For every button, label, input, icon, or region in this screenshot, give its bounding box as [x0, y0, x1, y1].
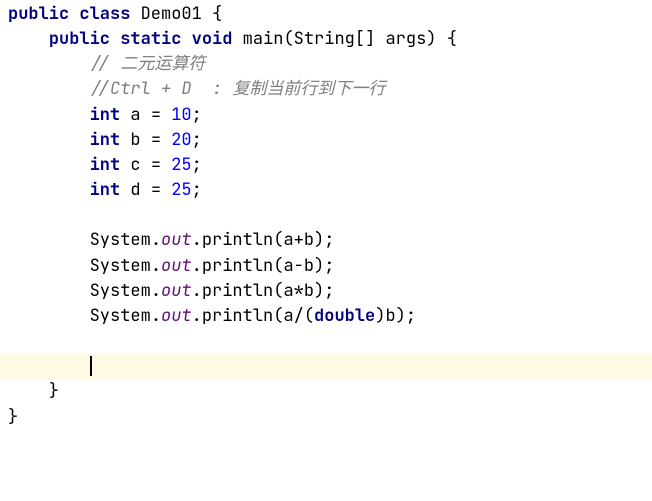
semicolon: ;: [192, 104, 202, 126]
system-class: System: [90, 255, 151, 277]
code-line-2: public static void main(String[] args) {: [0, 27, 652, 52]
expr-a-times-b: a*b: [283, 280, 314, 302]
code-line-10: System.out.println(a+b);: [0, 228, 652, 253]
brace-open: {: [447, 28, 457, 50]
keyword-double: double: [314, 305, 375, 327]
paren-open: (: [273, 305, 283, 327]
keyword-int: int: [90, 179, 121, 201]
value-25: 25: [171, 179, 191, 201]
paren-open: (: [283, 28, 293, 50]
code-line-11: System.out.println(a-b);: [0, 254, 652, 279]
code-line-5: int a = 10;: [0, 103, 652, 128]
paren-open: (: [273, 280, 283, 302]
code-line-15-cursor: [0, 354, 652, 379]
brace-close: }: [8, 406, 18, 428]
code-line-4: //Ctrl + D : 复制当前行到下一行: [0, 77, 652, 102]
dot: .: [192, 305, 202, 327]
out-field: out: [161, 229, 192, 251]
value-25: 25: [171, 154, 191, 176]
dot: .: [192, 255, 202, 277]
var-c: c: [130, 154, 140, 176]
dot: .: [192, 229, 202, 251]
expr-a-div-pre: a/(: [283, 305, 314, 327]
system-class: System: [90, 229, 151, 251]
paren-close: ): [426, 28, 436, 50]
semicolon: ;: [192, 154, 202, 176]
keyword-int: int: [90, 129, 121, 151]
keyword-static: static: [120, 28, 181, 50]
equals: =: [151, 129, 161, 151]
semicolon: ;: [406, 305, 416, 327]
dot: .: [151, 305, 161, 327]
keyword-public: public: [49, 28, 110, 50]
text-cursor: [90, 356, 92, 376]
expr-a-plus-b: a+b: [283, 229, 314, 251]
semicolon: ;: [324, 280, 334, 302]
keyword-class: class: [79, 3, 130, 25]
paren-close: ): [314, 255, 324, 277]
code-line-17: }: [0, 405, 652, 430]
dot: .: [151, 280, 161, 302]
paren-open: (: [273, 255, 283, 277]
code-line-1: public class Demo01 {: [0, 2, 652, 27]
dot: .: [192, 280, 202, 302]
paren-close: ): [314, 229, 324, 251]
param-name: args: [385, 28, 426, 50]
expr-a-minus-b: a-b: [283, 255, 314, 277]
code-line-6: int b = 20;: [0, 128, 652, 153]
var-b: b: [130, 129, 140, 151]
comment-ctrl-d: //Ctrl + D : 复制当前行到下一行: [90, 78, 386, 100]
code-line-8: int d = 25;: [0, 178, 652, 203]
equals: =: [151, 154, 161, 176]
keyword-public: public: [8, 3, 69, 25]
println-method: println: [202, 280, 273, 302]
code-line-3: // 二元运算符: [0, 52, 652, 77]
semicolon: ;: [192, 129, 202, 151]
code-line-9-blank: [0, 203, 652, 228]
out-field: out: [161, 280, 192, 302]
param-type: String[]: [294, 28, 376, 50]
dot: .: [151, 255, 161, 277]
code-line-14-blank: [0, 329, 652, 354]
var-a: a: [130, 104, 140, 126]
keyword-int: int: [90, 154, 121, 176]
println-method: println: [202, 305, 273, 327]
system-class: System: [90, 280, 151, 302]
brace-open: {: [212, 3, 222, 25]
var-d: d: [130, 179, 140, 201]
paren-close: ): [396, 305, 406, 327]
equals: =: [151, 104, 161, 126]
code-line-16: }: [0, 379, 652, 404]
code-line-13: System.out.println(a/(double)b);: [0, 304, 652, 329]
code-line-12: System.out.println(a*b);: [0, 279, 652, 304]
expr-a-div-post: )b: [375, 305, 395, 327]
code-line-7: int c = 25;: [0, 153, 652, 178]
semicolon: ;: [324, 229, 334, 251]
method-name: main: [243, 28, 284, 50]
out-field: out: [161, 305, 192, 327]
code-editor[interactable]: public class Demo01 { public static void…: [0, 2, 652, 430]
println-method: println: [202, 255, 273, 277]
paren-close: ): [314, 280, 324, 302]
paren-open: (: [273, 229, 283, 251]
brace-close: }: [49, 380, 59, 402]
value-20: 20: [171, 129, 191, 151]
value-10: 10: [171, 104, 191, 126]
keyword-void: void: [192, 28, 233, 50]
semicolon: ;: [192, 179, 202, 201]
class-name: Demo01: [141, 3, 202, 25]
keyword-int: int: [90, 104, 121, 126]
semicolon: ;: [324, 255, 334, 277]
system-class: System: [90, 305, 151, 327]
equals: =: [151, 179, 161, 201]
println-method: println: [202, 229, 273, 251]
comment-binary-op: // 二元运算符: [90, 53, 206, 75]
out-field: out: [161, 255, 192, 277]
dot: .: [151, 229, 161, 251]
